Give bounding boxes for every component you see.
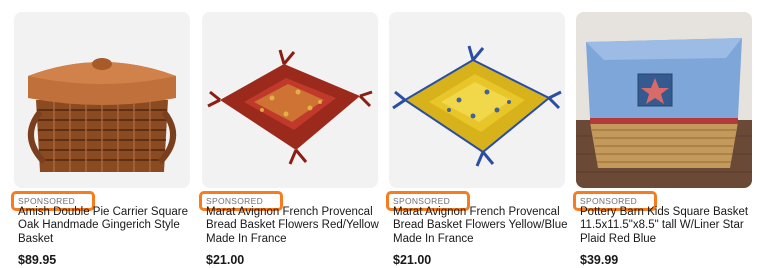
product-image-link[interactable] (14, 12, 190, 188)
red-fabric-bread-basket-image (202, 12, 378, 188)
wicker-basket-with-blue-liner-image (576, 12, 752, 188)
product-title-link[interactable]: Amish Double Pie Carrier Square Oak Hand… (18, 206, 194, 246)
product-price: $21.00 (206, 253, 245, 267)
product-image-link[interactable] (576, 12, 752, 188)
product-price: $39.99 (580, 253, 619, 267)
product-image-link[interactable] (202, 12, 378, 188)
product-price: $21.00 (393, 253, 432, 267)
product-carousel: SPONSORED Amish Double Pie Carrier Squar… (0, 0, 768, 268)
product-card[interactable]: SPONSORED Marat Avignon French Provencal… (199, 12, 379, 267)
yellow-fabric-bread-basket-image (389, 12, 565, 188)
product-title-link[interactable]: Pottery Barn Kids Square Basket 11.5x11.… (580, 206, 756, 246)
product-title-link[interactable]: Marat Avignon French Provencal Bread Bas… (393, 206, 569, 246)
wooden-basket-with-lid-image (14, 12, 190, 188)
product-title-link[interactable]: Marat Avignon French Provencal Bread Bas… (206, 206, 382, 246)
product-card[interactable]: SPONSORED Marat Avignon French Provencal… (386, 12, 568, 267)
product-image-link[interactable] (389, 12, 565, 188)
product-price: $89.95 (18, 253, 57, 267)
product-card[interactable]: SPONSORED Amish Double Pie Carrier Squar… (11, 12, 190, 267)
product-card[interactable]: SPONSORED Pottery Barn Kids Square Baske… (573, 12, 752, 267)
